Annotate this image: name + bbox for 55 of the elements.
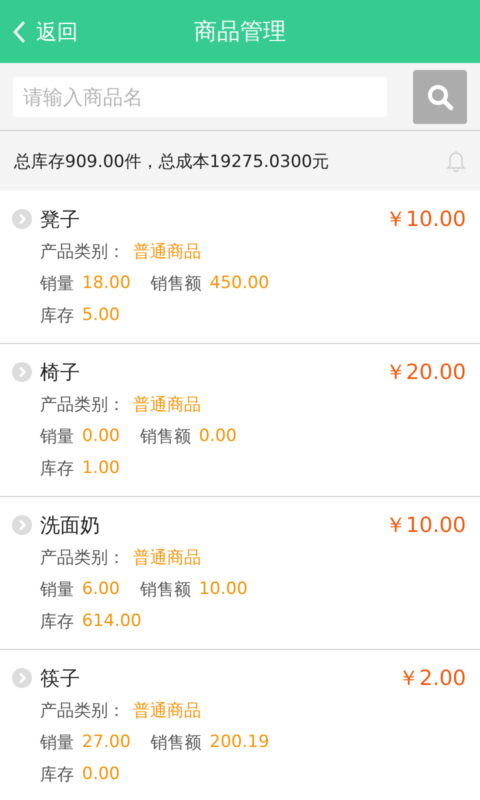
sales-label: 销量: [40, 426, 74, 448]
bell-icon[interactable]: [446, 150, 466, 172]
sales-value: 0.00: [82, 426, 120, 446]
product-name: 凳子: [40, 206, 81, 232]
category-label: 产品类别：: [40, 394, 125, 416]
category-label: 产品类别：: [40, 700, 125, 722]
product-card[interactable]: 筷子 ￥2.00 产品类别： 普通商品 销量 27.00 销售额 200.19 库存 0.00: [0, 650, 480, 800]
sales-label: 销量: [40, 732, 74, 754]
product-card[interactable]: 凳子 ￥10.00 产品类别： 普通商品 销量 18.00 销售额 450.00 库存 5.00: [0, 191, 480, 344]
chevron-circle-icon: [12, 362, 32, 382]
inventory-summary: 总库存909.00件，总成本19275.0300元: [14, 150, 330, 172]
chevron-circle-icon: [12, 209, 32, 229]
revenue-value: 0.00: [198, 426, 237, 446]
stock-value: 0.00: [82, 764, 120, 784]
stock-label: 库存: [40, 764, 74, 786]
product-name: 筷子: [40, 664, 81, 692]
revenue-value: 10.00: [198, 579, 248, 599]
revenue-label: 销售额: [140, 578, 191, 600]
chevron-circle-icon: [12, 515, 32, 535]
sales-value: 27.00: [82, 732, 131, 752]
revenue-label: 销售额: [150, 732, 202, 754]
category-value: 普通商品: [133, 700, 201, 722]
revenue-value: 200.19: [210, 732, 270, 752]
search-field[interactable]: 请输入商品名: [13, 76, 387, 116]
category-label: 产品类别：: [40, 240, 125, 262]
stock-label: 库存: [40, 458, 74, 480]
product-price: ￥10.00: [384, 206, 466, 233]
revenue-value: 450.00: [210, 273, 270, 293]
product-name: 洗面奶: [40, 512, 101, 538]
back-icon: [12, 20, 26, 44]
revenue-label: 销售额: [150, 272, 202, 294]
product-card[interactable]: 椅子 ￥20.00 产品类别： 普通商品 销量 0.00 销售额 0.00 库存 1.00: [0, 344, 480, 497]
search-icon: [426, 82, 454, 110]
product-card[interactable]: 洗面奶 ￥10.00 产品类别： 普通商品 销量 6.00 销售额 10.00 库存 614.00: [0, 497, 480, 650]
stock-value: 5.00: [82, 305, 120, 325]
chevron-circle-icon: [12, 668, 32, 688]
search-button[interactable]: [413, 70, 467, 124]
category-value: 普通商品: [133, 240, 201, 262]
product-price: ￥10.00: [384, 512, 466, 539]
category-label: 产品类别：: [40, 546, 125, 568]
revenue-label: 销售额: [140, 426, 191, 448]
product-name: 椅子: [40, 358, 81, 386]
stock-value: 614.00: [82, 611, 142, 631]
sales-value: 18.00: [82, 273, 131, 293]
sales-label: 销量: [40, 272, 74, 294]
sales-value: 6.00: [82, 579, 120, 599]
page-title: 商品管理: [194, 18, 286, 47]
category-value: 普通商品: [133, 546, 201, 568]
stock-value: 1.00: [82, 458, 120, 478]
stock-label: 库存: [40, 610, 74, 632]
stock-label: 库存: [40, 304, 74, 326]
sales-label: 销量: [40, 578, 74, 600]
product-price: ￥2.00: [398, 665, 466, 692]
category-value: 普通商品: [133, 394, 201, 416]
product-price: ￥20.00: [384, 359, 466, 386]
